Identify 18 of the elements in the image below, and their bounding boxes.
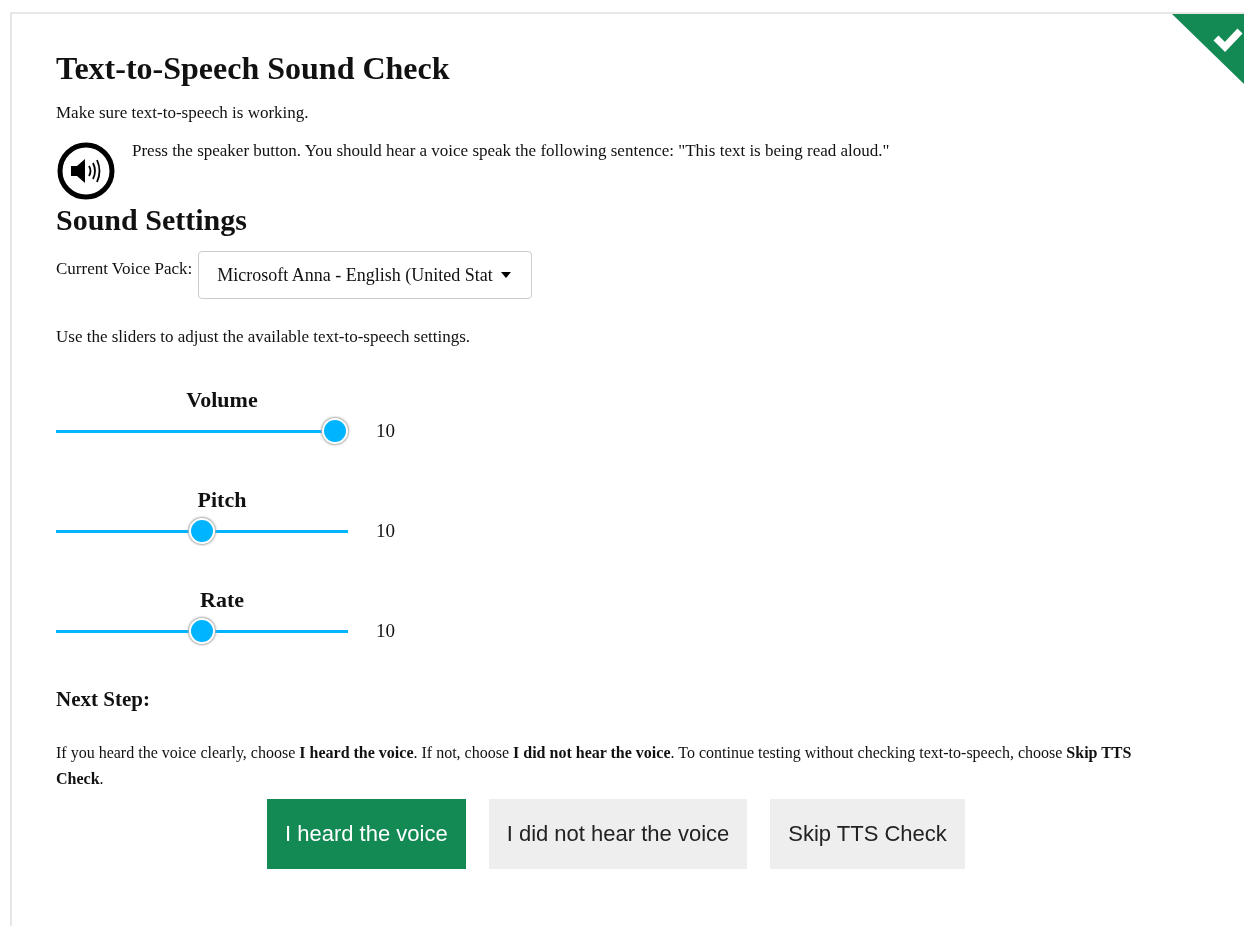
slider-value: 10 (376, 520, 395, 542)
slider-label: Volume (185, 387, 259, 413)
slider-value: 10 (376, 620, 395, 642)
slider-label: Rate (199, 587, 245, 613)
slider-value: 10 (376, 420, 395, 442)
voice-pack-label: Current Voice Pack: (56, 259, 193, 279)
intro-text: Make sure text-to-speech is working. (56, 103, 310, 123)
voice-pack-dropdown[interactable]: Microsoft Anna - English (United Stat (198, 251, 532, 299)
next-step-heading: Next Step: (56, 687, 151, 712)
choice-button[interactable]: I heard the voice (267, 799, 466, 870)
sliders-hint: Use the sliders to adjust the available text-to-speech settings. (56, 327, 472, 347)
page-title: Text-to-Speech Sound Check (56, 50, 451, 87)
choice-button[interactable]: I did not hear the voice (488, 799, 748, 870)
instruction-text: Press the speaker button. You should hear a voice speak the following sentence: "This text is being read aloud." (132, 141, 890, 161)
section-heading: Sound Settings (56, 203, 248, 237)
slider-label: Pitch (196, 487, 248, 513)
next-step-text: If you heard the voice clearly, choose I heard the voice. If not, choose I did not hear the voice. To continue testing without checking text-to-speech, choose Skip TTS Check. (56, 743, 1133, 789)
choice-button[interactable]: Skip TTS Check (770, 799, 965, 870)
